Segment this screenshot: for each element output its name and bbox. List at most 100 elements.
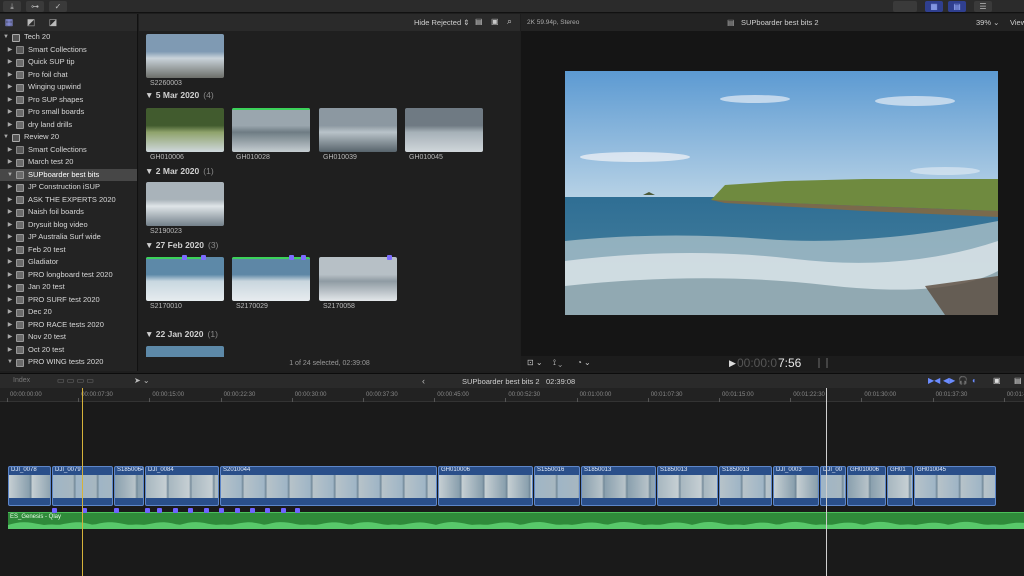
- clip-thumbnail[interactable]: [146, 182, 224, 226]
- sidebar-item[interactable]: ▶ JP Australia Surf wide: [0, 231, 137, 244]
- back-icon[interactable]: ‹: [422, 376, 425, 386]
- sidebar-item[interactable]: ▶ Naish foil boards: [0, 206, 137, 219]
- snapping-icon[interactable]: ◀▶: [943, 376, 955, 385]
- filmstrip-icon[interactable]: ▣: [491, 17, 499, 26]
- date-group-header[interactable]: ▼ 27 Feb 2020 (3): [145, 240, 218, 250]
- background-tasks-icon[interactable]: ✓: [49, 1, 67, 12]
- disclosure-closed-icon[interactable]: ▶: [6, 81, 14, 94]
- sidebar-item[interactable]: ▶ Winging upwind: [0, 81, 137, 94]
- date-group-header[interactable]: ▼ 5 Mar 2020 (4): [145, 90, 214, 100]
- disclosure-open-icon[interactable]: ▼: [145, 90, 156, 100]
- sidebar-item[interactable]: ▶ PRO RACE tests 2020: [0, 319, 137, 332]
- disclosure-closed-icon[interactable]: ▶: [6, 94, 14, 107]
- disclosure-open-icon[interactable]: ▼: [6, 356, 14, 369]
- search-icon[interactable]: ⌕: [507, 16, 512, 27]
- select-tool-icon[interactable]: ➤ ⌄: [134, 376, 150, 385]
- sidebar-item[interactable]: ▼ Review 20: [0, 131, 137, 144]
- disclosure-closed-icon[interactable]: ▶: [6, 319, 14, 332]
- clip-appearance-icon[interactable]: ▤: [475, 17, 483, 26]
- timeline-clip[interactable]: GH010006: [438, 466, 533, 506]
- sidebar-item[interactable]: ▶ Feb 20 test: [0, 244, 137, 257]
- sidebar-item[interactable]: ▼ SUPboarder best bits: [0, 168, 137, 181]
- disclosure-closed-icon[interactable]: ▶: [6, 181, 14, 194]
- timeline-clip[interactable]: GH010006: [847, 466, 886, 506]
- marker-icon[interactable]: [250, 508, 255, 513]
- timeline-clip[interactable]: DJI_00: [820, 466, 846, 506]
- sidebar-item[interactable]: ▶ Nov 20 test: [0, 331, 137, 344]
- filter-popup[interactable]: Hide Rejected ⇕: [414, 18, 469, 27]
- share-icon[interactable]: [893, 1, 917, 12]
- clip-thumbnail[interactable]: [319, 108, 397, 152]
- speed-icon[interactable]: ◔ ⌄: [577, 358, 591, 367]
- timeline-toggle-icon[interactable]: ▤: [948, 1, 966, 12]
- disclosure-closed-icon[interactable]: ▶: [6, 56, 14, 69]
- sidebar-item[interactable]: ▶ Smart Collections: [0, 44, 137, 57]
- timeline-clip[interactable]: S1850013: [581, 466, 656, 506]
- audio-skimming-icon[interactable]: 🎧: [958, 376, 968, 385]
- marker-icon[interactable]: [387, 255, 392, 260]
- keyword-icon[interactable]: ⊶: [26, 1, 44, 12]
- disclosure-closed-icon[interactable]: ▶: [6, 244, 14, 257]
- sidebar-item[interactable]: ▼ Tech 20: [0, 31, 137, 44]
- disclosure-closed-icon[interactable]: ▶: [6, 256, 14, 269]
- timeline-clip[interactable]: S1850064: [114, 466, 144, 506]
- date-group-header[interactable]: ▼ 22 Jan 2020 (1): [145, 329, 218, 339]
- index-button[interactable]: Index: [13, 377, 30, 384]
- effects-browser-icon[interactable]: ▤: [1014, 376, 1022, 385]
- zoom-popup[interactable]: 39% ⌄: [976, 18, 999, 27]
- import-icon[interactable]: ⤓: [3, 1, 21, 12]
- sidebar-item[interactable]: ▶ JP Construction iSUP: [0, 181, 137, 194]
- marker-icon[interactable]: [289, 255, 294, 260]
- marker-icon[interactable]: [281, 508, 286, 513]
- sidebar-item[interactable]: ▶ Pro SUP shapes: [0, 94, 137, 107]
- marker-icon[interactable]: [204, 508, 209, 513]
- marker-icon[interactable]: [301, 255, 306, 260]
- marker-icon[interactable]: [201, 255, 206, 260]
- sidebar-item[interactable]: ▶ Quick SUP tip: [0, 56, 137, 69]
- clip-tools-icon[interactable]: ▭ ▭ ▭ ▭: [57, 376, 94, 385]
- date-group-header[interactable]: ▼ 2 Mar 2020 (1): [145, 166, 214, 176]
- sidebar-item[interactable]: ▶ Drysuit blog video: [0, 219, 137, 232]
- timeline-clip[interactable]: GH010045: [914, 466, 996, 506]
- sidebar-item[interactable]: ▶ Oct 20 test: [0, 344, 137, 357]
- disclosure-closed-icon[interactable]: ▶: [6, 206, 14, 219]
- marker-icon[interactable]: [52, 508, 57, 513]
- view-popup[interactable]: View: [1010, 18, 1024, 27]
- clip-thumbnail[interactable]: [232, 257, 310, 301]
- disclosure-open-icon[interactable]: ▼: [145, 329, 156, 339]
- disclosure-closed-icon[interactable]: ▶: [6, 269, 14, 282]
- timeline-clip[interactable]: S2010044: [220, 466, 437, 506]
- disclosure-closed-icon[interactable]: ▶: [6, 44, 14, 57]
- sidebar-item[interactable]: ▶ Gladiator: [0, 256, 137, 269]
- disclosure-closed-icon[interactable]: ▶: [6, 69, 14, 82]
- skimmer-line[interactable]: [82, 388, 83, 576]
- clip-thumbnail[interactable]: [146, 34, 224, 78]
- timeline-clip[interactable]: GH01: [887, 466, 913, 506]
- sidebar-item[interactable]: ▶ Dec 20: [0, 306, 137, 319]
- enhance-icon[interactable]: ⟟ ⌄: [553, 358, 562, 368]
- titles-icon[interactable]: ◪: [47, 17, 59, 28]
- clip-thumbnail[interactable]: [146, 346, 224, 357]
- sidebar-item[interactable]: ▶ ASK THE EXPERTS 2020: [0, 194, 137, 207]
- disclosure-closed-icon[interactable]: ▶: [6, 119, 14, 132]
- clip-thumbnail[interactable]: [146, 257, 224, 301]
- photos-icon[interactable]: ◩: [25, 17, 37, 28]
- timeline-clip[interactable]: S1850013: [719, 466, 772, 506]
- timeline-clip[interactable]: DJI_0078: [8, 466, 51, 506]
- sidebar-item[interactable]: ▶ March test 20: [0, 156, 137, 169]
- marker-icon[interactable]: [145, 508, 150, 513]
- marker-icon[interactable]: [295, 508, 300, 513]
- marker-icon[interactable]: [173, 508, 178, 513]
- disclosure-closed-icon[interactable]: ▶: [6, 144, 14, 157]
- disclosure-closed-icon[interactable]: ▶: [6, 231, 14, 244]
- timecode[interactable]: 7:56: [778, 356, 801, 370]
- marker-icon[interactable]: [235, 508, 240, 513]
- play-icon[interactable]: ▶: [729, 358, 736, 369]
- sidebar-item[interactable]: ▶ dry land drills: [0, 119, 137, 132]
- marker-icon[interactable]: [265, 508, 270, 513]
- sidebar-item[interactable]: ▶ PRO SURF test 2020: [0, 294, 137, 307]
- marker-icon[interactable]: [219, 508, 224, 513]
- marker-icon[interactable]: [157, 508, 162, 513]
- browser-toggle-icon[interactable]: ▦: [925, 1, 943, 12]
- inspector-toggle-icon[interactable]: ☰: [974, 1, 992, 12]
